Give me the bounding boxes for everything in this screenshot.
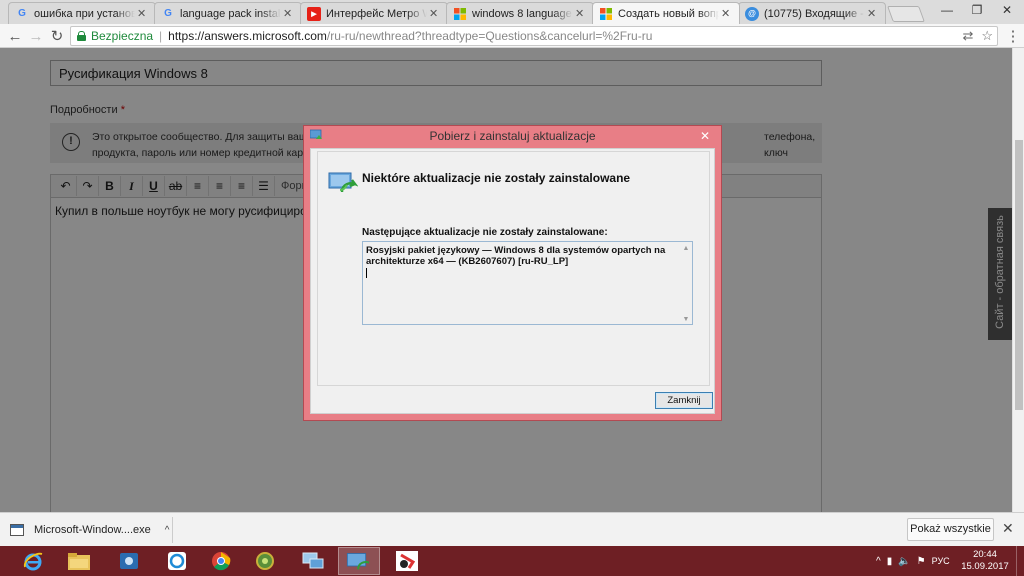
back-arrow-icon[interactable]: ← — [6, 27, 24, 45]
tab-4[interactable]: windows 8 language pac ✕ — [446, 2, 594, 24]
google-icon: G — [164, 8, 172, 19]
windows-update-dialog: Pobierz i zainstaluj aktualizacje ✕ Niek… — [303, 125, 722, 421]
google-icon: G — [18, 8, 26, 19]
dialog-subheading: Następujące aktualizacje nie zostały zai… — [362, 227, 608, 238]
dialog-title: Pobierz i zainstaluj aktualizacje — [429, 129, 596, 143]
volume-icon[interactable]: 🔈 — [898, 556, 910, 567]
url-host: https://answers.microsoft.com — [168, 29, 327, 43]
dialog-heading: Niektóre aktualizacje nie zostały zainst… — [362, 171, 631, 185]
tab-strip: G ошибка при установке я ✕ G language pa… — [0, 0, 1024, 24]
microsoft-icon — [453, 7, 467, 21]
secure-label: Bezpieczna — [91, 29, 154, 43]
close-tab-icon[interactable]: ✕ — [867, 7, 879, 20]
flag-icon[interactable]: ⚑ — [917, 556, 926, 567]
text-caret — [366, 268, 367, 278]
chevron-up-icon[interactable]: ^ — [165, 525, 170, 536]
remote-desktop-icon[interactable] — [294, 547, 332, 575]
tab-label: windows 8 language pac — [472, 7, 573, 20]
scroll-down-icon[interactable]: ▼ — [681, 314, 691, 325]
close-tab-icon[interactable]: ✕ — [721, 7, 733, 20]
failed-updates-textbox[interactable]: Rosyjski pakiet językowy — Windows 8 dla… — [362, 241, 693, 325]
taskbar-clock[interactable]: 20:44 15.09.2017 — [960, 549, 1010, 573]
tab-1[interactable]: G ошибка при установке я ✕ — [8, 2, 156, 24]
mail-icon: @ — [745, 6, 759, 21]
menu-icon[interactable]: ⋮ — [1004, 27, 1022, 45]
input-language[interactable]: РУС — [932, 556, 950, 566]
dialog-panel: Niektóre aktualizacje nie zostały zainst… — [317, 151, 710, 386]
download-divider — [172, 517, 173, 543]
close-tab-icon[interactable]: ✕ — [575, 7, 587, 20]
tab-5-active[interactable]: Создать новый вопрос и ✕ — [592, 2, 740, 24]
exe-file-icon — [10, 524, 24, 536]
windows-update-large-icon — [328, 172, 358, 193]
microsoft-icon — [599, 7, 613, 21]
page-scrollbar[interactable] — [1012, 48, 1024, 512]
tab-3[interactable]: ▶ Интерфейс Метро Wind ✕ — [300, 2, 448, 24]
app-globe-icon[interactable] — [246, 547, 284, 575]
tab-label: (10775) Входящие - Поч — [764, 7, 865, 20]
minimize-icon[interactable]: — — [932, 0, 962, 20]
url-path: /ru-ru/newthread?threadtype=Questions&ca… — [326, 29, 653, 43]
download-bar: Microsoft-Window....exe ^ Pokaż wszystki… — [0, 512, 1024, 546]
download-item[interactable]: Microsoft-Window....exe ^ — [10, 519, 169, 541]
translate-icon[interactable]: ⇄ — [962, 28, 973, 44]
clock-date: 15.09.2017 — [961, 561, 1009, 572]
close-download-bar-icon[interactable]: ✕ — [1002, 520, 1014, 537]
forward-arrow-icon[interactable]: → — [27, 27, 45, 45]
chrome-icon[interactable] — [202, 547, 240, 575]
scrollbar-thumb[interactable] — [1015, 140, 1023, 410]
tab-label: Создать новый вопрос и — [618, 7, 719, 20]
failed-update-line-1: Rosyjski pakiet językowy — Windows 8 dla… — [366, 245, 666, 256]
url-separator: | — [159, 29, 163, 43]
close-dialog-button[interactable]: Zamknij — [655, 392, 713, 409]
address-bar[interactable]: Bezpieczna | https://answers.microsoft.c… — [70, 26, 998, 46]
textbox-scrollbar[interactable]: ▲ ▼ — [681, 243, 691, 323]
lock-icon — [77, 31, 86, 41]
dialog-close-icon[interactable]: ✕ — [697, 128, 713, 144]
download-file-name: Microsoft-Window....exe — [34, 524, 151, 536]
clock-time: 20:44 — [973, 549, 997, 560]
reload-icon[interactable]: ↻ — [48, 27, 66, 45]
bookmark-star-icon[interactable]: ☆ — [981, 28, 993, 44]
youtube-icon: ▶ — [307, 6, 321, 21]
internet-explorer-icon[interactable] — [14, 547, 52, 575]
close-tab-icon[interactable]: ✕ — [137, 7, 149, 20]
tab-label: Интерфейс Метро Wind — [326, 7, 427, 20]
tab-label: language pack install win — [180, 7, 281, 20]
control-panel-icon[interactable] — [110, 547, 148, 575]
browser-toolbar: ← → ↻ Bezpieczna | https://answers.micro… — [0, 24, 1024, 48]
system-tray: ^ ▮ 🔈 ⚑ РУС — [876, 546, 950, 576]
close-window-icon[interactable]: ✕ — [992, 0, 1022, 20]
dialog-client-area: Niektóre aktualizacje nie zostały zainst… — [310, 148, 715, 414]
close-tab-icon[interactable]: ✕ — [429, 7, 441, 20]
tab-6[interactable]: @ (10775) Входящие - Поч ✕ — [738, 2, 886, 24]
game-app-icon[interactable] — [388, 547, 426, 575]
file-explorer-icon[interactable] — [60, 547, 98, 575]
tab-2[interactable]: G language pack install win ✕ — [154, 2, 302, 24]
windows-update-taskbar-icon[interactable] — [338, 547, 380, 575]
windows-taskbar: ^ ▮ 🔈 ⚑ РУС 20:44 15.09.2017 — [0, 546, 1024, 576]
uplay-icon[interactable] — [158, 547, 196, 575]
scroll-up-icon[interactable]: ▲ — [681, 243, 691, 254]
show-all-downloads-button[interactable]: Pokaż wszystkie — [907, 518, 994, 541]
tab-label: ошибка при установке я — [34, 7, 135, 20]
tray-overflow-chevron-icon[interactable]: ^ — [876, 556, 881, 567]
restore-icon[interactable]: ❐ — [962, 0, 992, 20]
new-tab-button[interactable] — [887, 6, 925, 22]
close-tab-icon[interactable]: ✕ — [283, 7, 295, 20]
show-desktop-button[interactable] — [1016, 546, 1024, 576]
network-icon[interactable]: ▮ — [887, 556, 893, 567]
failed-update-line-2: architekturze x64 — (KB2607607) [ru-RU_L… — [366, 256, 569, 267]
